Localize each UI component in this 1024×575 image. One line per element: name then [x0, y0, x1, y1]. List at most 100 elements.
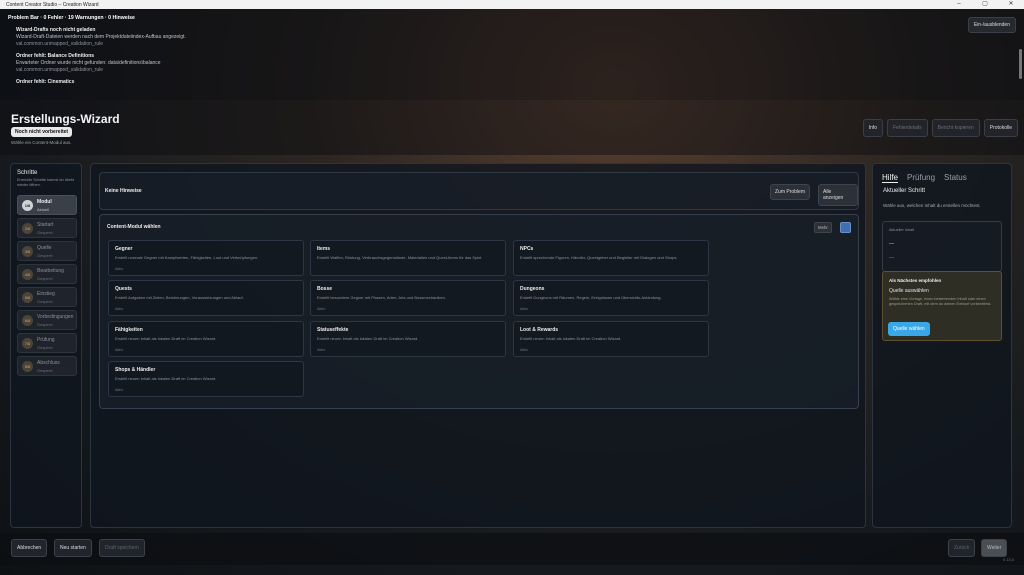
step-label: Prüfung — [37, 337, 55, 343]
card-title: Statuseffekte — [317, 327, 349, 333]
module-card-npcs[interactable]: NPCs Erstellt sprechende Figuren, Händle… — [513, 240, 709, 276]
page-title: Erstellungs-Wizard — [11, 112, 120, 126]
card-title: Dungeons — [520, 286, 545, 292]
module-card-shops[interactable]: Shops & Händler Erstellt neuen Inhalt al… — [108, 361, 304, 397]
wizard-footer: Abbrechen Neu starten Draft speichern Zu… — [0, 533, 1024, 565]
close-icon[interactable]: ✕ — [998, 0, 1024, 9]
header-buttons: Info Fehlerdetails Bericht kopieren Prot… — [862, 119, 1018, 137]
error-details-button[interactable]: Fehlerdetails — [886, 119, 928, 137]
save-draft-button[interactable]: Draft speichern — [99, 539, 145, 557]
step-item-modul[interactable]: 1/8 Modul Aktuell — [17, 195, 77, 215]
problem-bar-title: Problem Bar · 0 Fehler · 19 Warnungen · … — [8, 15, 135, 21]
problem-bar-scrollbar[interactable] — [1019, 49, 1022, 79]
card-status: Aktiv — [115, 388, 124, 392]
step-label: Startart — [37, 222, 54, 228]
logs-button[interactable]: Protokolle — [983, 119, 1018, 137]
go-to-problem-button[interactable]: Zum Problem — [770, 184, 811, 200]
step-number: 2/8 — [22, 223, 33, 234]
step-status: Gesperrt — [37, 276, 53, 281]
step-item-einstieg[interactable]: 5/8 Einstieg Gesperrt — [17, 287, 77, 307]
card-status: Aktiv — [115, 307, 124, 311]
module-card-items[interactable]: Items Erstellt Waffen, Rüstung, Verbrauc… — [310, 240, 506, 276]
steps-panel: Schritte Erreichte Schritte kannst du di… — [10, 163, 82, 528]
step-number: 1/8 — [22, 200, 33, 211]
steps-title: Schritte — [17, 170, 38, 176]
module-card-statuseffekte[interactable]: Statuseffekte Erstellt neuen Inhalt als … — [310, 321, 506, 357]
step-number: 4/8 — [22, 269, 33, 280]
step-item-quelle[interactable]: 3/8 Quelle Gesperrt — [17, 241, 77, 261]
current-content-value: — — [889, 241, 894, 247]
current-content-label: Aktueller Inhalt — [889, 228, 915, 232]
show-all-button[interactable]: Alle anzeigen — [818, 184, 858, 206]
version-label: 0.13.0 — [1002, 557, 1014, 562]
status-badge: Noch nicht vorbereitet — [11, 127, 73, 137]
step-status: Gesperrt — [37, 253, 53, 258]
card-title: Loot & Rewards — [520, 327, 559, 333]
card-desc: Erstellt Aufgaben mit Zielen, Belohnunge… — [115, 295, 244, 300]
help-desc: Wähle aus, welchen Inhalt du erstellen m… — [883, 203, 981, 208]
step-item-bearbeitung[interactable]: 4/8 Bearbeitung Gesperrt — [17, 264, 77, 284]
step-status: Gesperrt — [37, 299, 53, 304]
minimize-icon[interactable]: – — [946, 0, 972, 9]
tab-hilfe[interactable]: Hilfe — [882, 173, 899, 183]
module-card-quests[interactable]: Quests Erstellt Aufgaben mit Zielen, Bel… — [108, 280, 304, 316]
step-item-abschluss[interactable]: 8/8 Abschluss Gesperrt — [17, 356, 77, 376]
card-status: Aktiv — [317, 307, 326, 311]
window-controls: – ▢ ✕ — [946, 0, 1024, 9]
tab-status[interactable]: Status — [944, 173, 967, 183]
card-desc: Erstellt neuen Inhalt als lokalen Draft … — [115, 376, 217, 381]
window-title: Content Creator Studio – Creation Wizard — [6, 1, 99, 8]
card-desc: Erstellt normale Gegner mit Kampfwerten,… — [115, 255, 259, 260]
step-item-startart[interactable]: 2/8 Startart Gesperrt — [17, 218, 77, 238]
step-label: Quelle — [37, 245, 52, 251]
more-button[interactable]: Mehr — [814, 222, 832, 233]
card-title: Fähigkeiten — [115, 327, 143, 333]
copy-report-button[interactable]: Bericht kopieren — [931, 119, 980, 137]
steps-desc: Erreichte Schritte kannst du direkt wied… — [17, 178, 74, 187]
info-button[interactable]: Info — [862, 119, 883, 137]
module-card-dungeons[interactable]: Dungeons Erstellt Dungeons mit Räumen, R… — [513, 280, 709, 316]
problem-item-title: Ordner fehlt: Balance Definitions — [16, 53, 95, 59]
module-card-faehigkeiten[interactable]: Fähigkeiten Erstellt neuen Inhalt als lo… — [108, 321, 304, 357]
cancel-button[interactable]: Abbrechen — [11, 539, 48, 557]
step-item-pruefung[interactable]: 7/8 Prüfung Gesperrt — [17, 333, 77, 353]
problem-item-desc: Wizard-Draft-Dateien werden nach dem Pro… — [16, 34, 186, 40]
card-title: Quests — [115, 286, 132, 292]
problem-item[interactable]: Ordner fehlt: Balance Definitions Erwart… — [16, 53, 1016, 73]
step-item-vorbedingungen[interactable]: 6/8 Vorbedingungen Gesperrt — [17, 310, 77, 330]
current-content-box: Aktueller Inhalt — — — [882, 221, 1002, 272]
help-tabs: Hilfe Prüfung Status — [882, 173, 967, 183]
card-status: Aktiv — [520, 348, 529, 352]
recommendation-desc: Wähle eine Vorlage, einen bestehenden In… — [889, 297, 992, 306]
card-desc: Erstellt neuen Inhalt als lokalen Draft … — [520, 336, 622, 341]
step-status: Aktuell — [37, 207, 50, 212]
recommendation-subtitle: Quelle auswählen — [889, 288, 929, 294]
back-button[interactable]: Zurück — [948, 539, 976, 557]
module-card-bosse[interactable]: Bosse Erstellt besondere Gegner mit Phas… — [310, 280, 506, 316]
card-status: Aktiv — [520, 307, 529, 311]
choose-source-button[interactable]: Quelle wählen — [888, 322, 930, 336]
card-status: Aktiv — [317, 348, 326, 352]
step-label: Einstieg — [37, 291, 55, 297]
window-titlebar: Content Creator Studio – Creation Wizard… — [0, 0, 1024, 9]
card-title: Bosse — [317, 286, 333, 292]
step-number: 7/8 — [22, 338, 33, 349]
card-desc: Erstellt neuen Inhalt als lokalen Draft … — [115, 336, 217, 341]
maximize-icon[interactable]: ▢ — [972, 0, 998, 9]
hints-box: Keine Hinweise Zum Problem Alle anzeigen — [99, 172, 859, 210]
restart-button[interactable]: Neu starten — [54, 539, 92, 557]
problem-item[interactable]: Wizard-Drafts noch nicht geladen Wizard-… — [16, 27, 1016, 47]
problem-item-title: Wizard-Drafts noch nicht geladen — [16, 27, 96, 33]
problem-item[interactable]: Ordner fehlt: Cinematics — [16, 79, 1016, 85]
card-desc: Erstellt besondere Gegner mit Phasen, Ar… — [317, 295, 446, 300]
next-button[interactable]: Weiter — [981, 539, 1008, 557]
module-card-gegner[interactable]: Gegner Erstellt normale Gegner mit Kampf… — [108, 240, 304, 276]
help-panel: Hilfe Prüfung Status Aktueller Schritt W… — [872, 163, 1012, 528]
problem-bar-toggle-button[interactable]: Ein-/ausblenden — [967, 17, 1016, 33]
step-status: Gesperrt — [37, 345, 53, 350]
grid-view-icon[interactable] — [840, 222, 851, 233]
tab-pruefung[interactable]: Prüfung — [907, 173, 935, 183]
module-card-loot[interactable]: Loot & Rewards Erstellt neuen Inhalt als… — [513, 321, 709, 357]
card-title: Shops & Händler — [115, 367, 156, 373]
card-title: Gegner — [115, 246, 133, 252]
